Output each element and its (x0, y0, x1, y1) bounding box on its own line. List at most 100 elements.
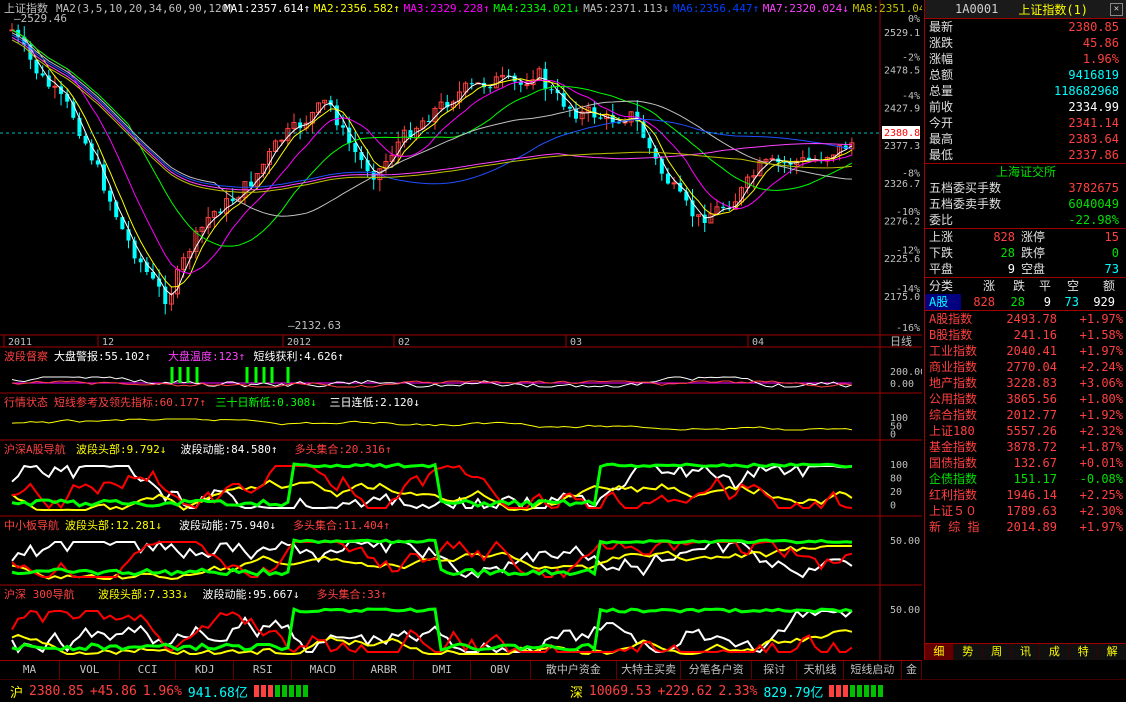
quote-tab[interactable]: 势 (954, 644, 983, 660)
index-row[interactable]: B股指数 241.16 +1.58% (925, 327, 1126, 343)
panel-value: 波段动能:75.940↓ (179, 518, 276, 532)
panel-axis-tick: 0 (890, 501, 896, 512)
index-row[interactable]: 上证５０ 1789.63 +2.30% (925, 503, 1126, 519)
panel-axis-tick: 0.00 (890, 379, 914, 390)
index-row[interactable]: 红利指数 1946.14 +2.25% (925, 487, 1126, 503)
pct-tick: 0% (908, 14, 920, 25)
indicator-tab[interactable]: VOL (60, 661, 120, 679)
quote-key: 最低 (929, 148, 954, 162)
sh-label: 沪 (10, 685, 24, 701)
quote-key: 涨跌 (929, 36, 954, 50)
panel-value: 多头集合:11.404↑ (293, 518, 390, 532)
quote-tab[interactable]: 特 (1069, 644, 1099, 660)
index-row[interactable]: 综合指数 2012.77 +1.92% (925, 407, 1126, 423)
price-tag: 2380.8 (884, 128, 920, 139)
sz-price: 10069.53 (588, 683, 652, 699)
pct-tick: -10% (896, 207, 920, 218)
index-name: 红利指数 (929, 488, 978, 502)
panel-axis-tick: 100 (890, 460, 908, 471)
index-price: 3878.72 (1006, 440, 1057, 454)
category-cell: 73 (1064, 295, 1079, 309)
limit-value: 73 (1104, 262, 1119, 276)
index-name: 国债指数 (929, 456, 978, 470)
indicator-tab[interactable]: 分笔各户资 (681, 661, 753, 679)
index-change: +0.01% (1079, 456, 1123, 470)
panel-title: 波段督察 (4, 349, 48, 363)
sz-amount: 829.79亿 (763, 685, 824, 701)
index-price: 2770.04 (1006, 360, 1057, 374)
indicator-tab[interactable]: KDJ (176, 661, 235, 679)
indicator-tab[interactable]: 探讨 (752, 661, 798, 679)
index-row[interactable]: A股指数 2493.78 +1.97% (925, 311, 1126, 327)
index-row[interactable]: 国债指数 132.67 +0.01% (925, 455, 1126, 471)
indicator-tab[interactable]: MACD (292, 661, 355, 679)
quote-tab[interactable]: 讯 (1012, 644, 1041, 660)
indicator-tab[interactable]: 短线启动 (844, 661, 902, 679)
quote-tab[interactable]: 周 (983, 644, 1012, 660)
sz-change: +229.62 (657, 683, 713, 699)
panel-title: 沪深 300导航 (4, 587, 75, 601)
panel-value: 大盘温度:123↑ (168, 349, 245, 363)
ma-params: MA2(3,5,10,20,34,60,90,120) (56, 2, 235, 15)
sh-change: +45.86 (89, 683, 137, 699)
index-row[interactable]: 基金指数 3878.72 +1.87% (925, 439, 1126, 455)
index-change: +1.97% (1079, 312, 1123, 326)
indicator-tab[interactable]: 散中户资金 (531, 661, 618, 679)
ma-legend: MA5:2371.113↓ (583, 2, 669, 15)
quote-row: 五档委卖手数 6040049 (925, 196, 1126, 212)
indicator-tab[interactable]: CCI (120, 661, 177, 679)
index-change: -0.08% (1079, 472, 1123, 486)
category-header-cell: 跌 (1012, 279, 1025, 293)
index-name: 公用指数 (929, 392, 978, 406)
quote-tab[interactable]: 成 (1040, 644, 1070, 660)
quote-key: 委比 (929, 213, 954, 227)
index-row[interactable]: 新 综 指 2014.89 +1.97% (925, 519, 1126, 535)
category-header-cell: 分类 (929, 279, 954, 293)
indicator-tab[interactable]: RSI (234, 661, 293, 679)
quote-value: 2380.85 (1068, 20, 1119, 34)
index-change: +2.25% (1079, 488, 1123, 502)
panel-title: 行情状态 (4, 395, 48, 409)
index-name: 企债指数 (929, 472, 978, 486)
candle-body (108, 190, 113, 202)
indicator-tab[interactable]: 天机线 (797, 661, 844, 679)
index-row[interactable]: 工业指数 2040.41 +1.97% (925, 343, 1126, 359)
quote-tabs: 细势周讯成特解 (925, 643, 1126, 660)
indicator-tab[interactable]: DMI (414, 661, 471, 679)
index-row[interactable]: 公用指数 3865.56 +1.80% (925, 391, 1126, 407)
close-icon[interactable]: ✕ (1110, 2, 1123, 16)
candle-body (665, 173, 670, 184)
indicator-tab[interactable]: ARBR (354, 661, 415, 679)
quote-header: 1A0001 上证指数(1) ✕ (925, 0, 1126, 19)
quote-tab[interactable]: 细 (925, 644, 954, 660)
advance-decline-row: 上涨 828 涨停 15 (925, 229, 1126, 245)
panel-value: 波段头部:7.333↓ (98, 587, 188, 601)
index-name: A股指数 (929, 312, 973, 326)
chart-area[interactable]: —2529.46 —2132.63 上证指数 MA2(3,5,10,20,34,60,… (0, 0, 926, 660)
quote-value: 2341.14 (1068, 116, 1119, 130)
kline-chart[interactable]: —2529.46—2132.63上证指数 MA2(3,5,10,20,34,60,… (0, 0, 926, 660)
index-row[interactable]: 企债指数 151.17 -0.08% (925, 471, 1126, 487)
indicator-tab[interactable]: 金MA (902, 661, 922, 694)
category-cell: 929 (1093, 295, 1115, 309)
candle-body (279, 139, 285, 142)
quote-tab[interactable]: 解 (1098, 644, 1126, 660)
candle-body (341, 125, 346, 128)
index-row[interactable]: 商业指数 2770.04 +2.24% (925, 359, 1126, 375)
pct-tick: -12% (896, 246, 920, 257)
candle-body (249, 181, 254, 187)
panel-axis-tick: 50.00 (890, 536, 920, 547)
stock-code: 1A0001 (955, 2, 999, 16)
index-row[interactable]: 地产指数 3228.83 +3.06% (925, 375, 1126, 391)
date-tick: 2012 (287, 337, 311, 348)
stock-name: 上证指数(1) (1018, 2, 1089, 17)
category-cell: 828 (973, 295, 995, 309)
price-tick: 2478.5 (884, 66, 920, 77)
date-tick: 04 (752, 337, 764, 348)
indicator-tab[interactable]: OBV (471, 661, 531, 679)
index-row[interactable]: 上证180 5557.26 +2.32% (925, 423, 1126, 439)
indicator-tab[interactable]: 大特主买卖 (617, 661, 681, 679)
pct-tick: -16% (896, 323, 920, 334)
indicator-tab[interactable]: MA (0, 661, 60, 679)
panel-axis-tick: 0 (890, 430, 896, 441)
